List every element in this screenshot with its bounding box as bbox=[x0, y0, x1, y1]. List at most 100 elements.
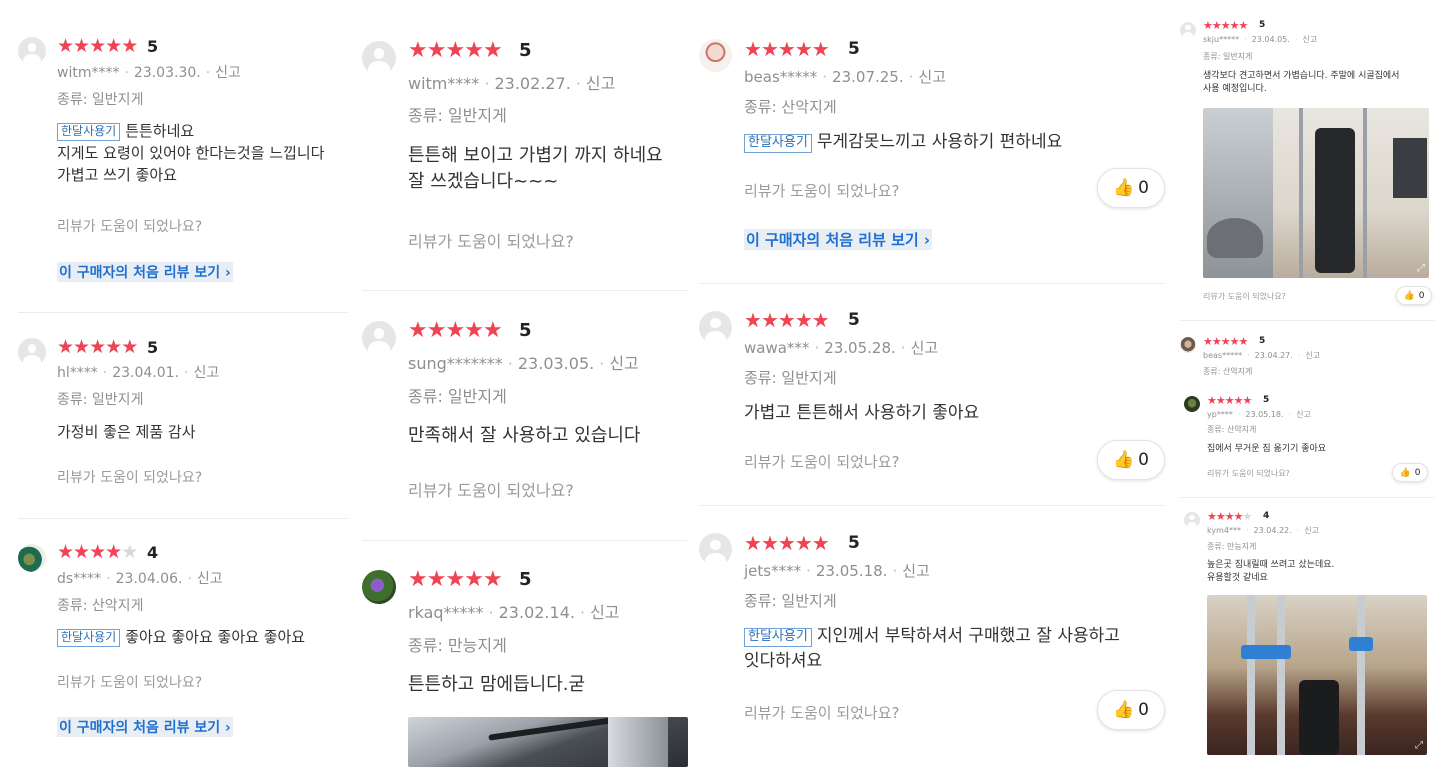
avatar bbox=[362, 321, 396, 355]
star-rating: ★★★★★ bbox=[744, 37, 830, 61]
report-link[interactable]: 신고 bbox=[193, 365, 219, 381]
star-icon: ★ bbox=[1233, 510, 1244, 523]
star-icon: ★ bbox=[1242, 510, 1253, 523]
report-link[interactable]: 신고 bbox=[590, 603, 619, 622]
review-meta: kym4*** · 23.04.22. · 신고 bbox=[1207, 526, 1319, 535]
star-icon: ★ bbox=[1242, 394, 1253, 407]
month-use-tag: 한달사용기 bbox=[57, 629, 121, 647]
product-type: 종류: 일반지게 bbox=[744, 592, 837, 610]
star-icon: ★ bbox=[408, 318, 428, 343]
report-link[interactable]: 신고 bbox=[215, 65, 241, 81]
report-link[interactable]: 신고 bbox=[197, 571, 223, 587]
like-count: 0 bbox=[1418, 290, 1425, 301]
star-icon: ★ bbox=[89, 541, 106, 563]
star-icon: ★ bbox=[121, 35, 138, 57]
review-meta: hl**** · 23.04.01. · 신고 bbox=[57, 365, 220, 381]
avatar bbox=[1180, 337, 1196, 353]
review-text: 집에서 무거운 짐 옮기기 좋아요 bbox=[1207, 444, 1327, 454]
username: skju***** bbox=[1203, 35, 1240, 44]
rating-score: 5 bbox=[147, 37, 159, 56]
star-icon: ★ bbox=[811, 531, 830, 555]
review-date: 23.03.05. bbox=[517, 354, 595, 373]
review-meta: beas***** · 23.04.27. · 신고 bbox=[1203, 351, 1321, 360]
review-column-1: ★★★★★ 5 witm**** · 23.03.30. · 신고 종류: 일반지게 한… bbox=[0, 0, 350, 767]
review-photo[interactable] bbox=[408, 717, 688, 767]
report-link[interactable]: 신고 bbox=[918, 68, 946, 86]
username: rkaq***** bbox=[408, 603, 484, 622]
report-link[interactable]: 신고 bbox=[609, 354, 638, 373]
product-type: 종류: 일반지게 bbox=[744, 369, 837, 387]
rating-score: 4 bbox=[1263, 511, 1270, 521]
rating-score: 5 bbox=[848, 310, 860, 330]
review-text: 가정비 좋은 제품 감사 bbox=[57, 423, 196, 441]
report-link[interactable]: 신고 bbox=[1304, 526, 1319, 535]
avatar bbox=[18, 544, 46, 572]
star-icon: ★ bbox=[1203, 19, 1213, 32]
rating-score: 5 bbox=[1259, 20, 1266, 30]
star-icon: ★ bbox=[105, 35, 122, 57]
star-icon: ★ bbox=[408, 567, 428, 592]
chevron-right-icon: › bbox=[220, 265, 231, 281]
first-review-link[interactable]: 이 구매자의 처음 리뷰 보기 › bbox=[57, 262, 233, 282]
month-use-tag: 한달사용기 bbox=[744, 134, 812, 153]
star-icon: ★ bbox=[426, 318, 447, 343]
review-text: 한달사용기 좋아요 좋아요 좋아요 좋아요 bbox=[57, 627, 347, 649]
report-link[interactable]: 신고 bbox=[1302, 35, 1317, 44]
review-meta: jets**** · 23.05.18. · 신고 bbox=[744, 562, 930, 580]
review-meta: beas***** · 23.07.25. · 신고 bbox=[744, 68, 947, 86]
expand-icon[interactable]: ⤢ bbox=[1417, 263, 1425, 274]
like-button[interactable]: 👍 0 bbox=[1396, 286, 1432, 305]
review-photo[interactable]: ⤢ bbox=[1203, 108, 1429, 278]
star-icon: ★ bbox=[811, 308, 830, 332]
review-text: 한달사용기 튼튼하네요 지게도 요령이 있어야 한다는것을 느낍니다 가볍고 쓰기 좋… bbox=[57, 122, 325, 184]
product-type: 종류: 산악지게 bbox=[57, 598, 144, 614]
star-icon: ★ bbox=[794, 531, 813, 555]
avatar bbox=[699, 311, 732, 344]
product-type: 종류: 산악지게 bbox=[1207, 425, 1257, 434]
star-icon: ★ bbox=[760, 37, 779, 61]
star-rating: ★★★★★ bbox=[57, 336, 138, 358]
report-link[interactable]: 신고 bbox=[902, 562, 930, 580]
like-button[interactable]: 👍 0 bbox=[1097, 440, 1165, 480]
review-photo[interactable]: ⤢ bbox=[1207, 595, 1427, 755]
review-meta: ds**** · 23.04.06. · 신고 bbox=[57, 571, 223, 587]
username: ds**** bbox=[57, 571, 102, 587]
rating-score: 5 bbox=[1259, 336, 1266, 346]
username: kym4*** bbox=[1207, 526, 1241, 535]
star-icon: ★ bbox=[105, 336, 122, 358]
expand-icon[interactable]: ⤢ bbox=[1415, 740, 1423, 751]
star-icon: ★ bbox=[445, 318, 465, 343]
star-icon: ★ bbox=[426, 38, 447, 63]
rating-score: 5 bbox=[1263, 395, 1270, 405]
review-meta: rkaq***** · 23.02.14. · 신고 bbox=[408, 603, 620, 622]
review-column-3: ★★★★★ 5 beas***** · 23.07.25. · 신고 종류: 산악지게 … bbox=[690, 0, 1170, 767]
first-review-link[interactable]: 이 구매자의 처음 리뷰 보기 › bbox=[744, 229, 933, 250]
review-column-2: ★★★★★ 5 witm**** · 23.02.27. · 신고 종류: 일반지게 튼… bbox=[350, 0, 690, 767]
star-rating: ★★★★★ bbox=[408, 38, 503, 63]
report-link[interactable]: 신고 bbox=[1305, 351, 1320, 360]
like-button[interactable]: 👍 0 bbox=[1097, 690, 1165, 730]
report-link[interactable]: 신고 bbox=[586, 74, 615, 93]
like-button[interactable]: 👍 0 bbox=[1097, 168, 1165, 208]
product-type: 종류: 일반지게 bbox=[408, 106, 507, 125]
thumbs-up-icon: 👍 bbox=[1113, 450, 1135, 470]
helpful-question: 리뷰가 도움이 되었나요? bbox=[408, 232, 574, 251]
star-icon: ★ bbox=[1224, 394, 1235, 407]
username: hl**** bbox=[57, 365, 98, 381]
star-icon: ★ bbox=[794, 37, 813, 61]
first-review-link[interactable]: 이 구매자의 처음 리뷰 보기 › bbox=[57, 717, 233, 737]
review-date: 23.03.30. bbox=[133, 65, 201, 81]
report-link[interactable]: 신고 bbox=[911, 339, 939, 357]
thumbs-up-icon: 👍 bbox=[1113, 700, 1135, 720]
product-type: 종류: 일반지게 bbox=[1203, 52, 1253, 61]
review-date: 23.04.05. bbox=[1251, 35, 1290, 44]
star-icon: ★ bbox=[760, 308, 779, 332]
review-text: 튼튼하고 맘에듭니다.굳 bbox=[408, 674, 586, 695]
review-text: 튼튼해 보이고 가볍기 까지 하네요 잘 쓰겠습니다~~~ bbox=[408, 145, 663, 193]
like-button[interactable]: 👍 0 bbox=[1392, 463, 1428, 482]
username: witm**** bbox=[408, 74, 480, 93]
like-count: 0 bbox=[1138, 700, 1149, 720]
report-link[interactable]: 신고 bbox=[1296, 410, 1311, 419]
star-icon: ★ bbox=[777, 37, 796, 61]
star-icon: ★ bbox=[89, 336, 106, 358]
